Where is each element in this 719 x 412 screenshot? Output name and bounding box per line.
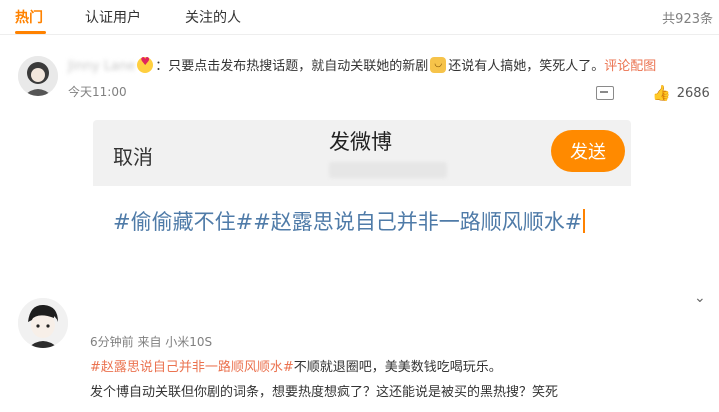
- chevron-down-icon[interactable]: ⌄: [694, 290, 706, 306]
- blurred-subtitle: [329, 162, 447, 178]
- comment-text-line1: 不顺就退圈吧，美美数钱吃喝玩乐。: [293, 360, 502, 375]
- send-button: 发送: [551, 130, 625, 172]
- comment-timestamp: 今天11:00: [68, 85, 127, 99]
- heart-emoji-icon: [137, 55, 154, 73]
- comment-text-line2: 发个博自动关联但你剧的词条，想要热度想疯了？这还能说是被买的黑热搜？笑死: [90, 385, 559, 400]
- compose-title: 发微博: [329, 130, 392, 154]
- avatar[interactable]: [18, 298, 68, 348]
- text-caret: [583, 209, 586, 233]
- like-button[interactable]: 👍 2686: [652, 84, 710, 102]
- comment-text: #赵露思说自己并非一路顺风顺水#不顺就退圈吧，美美数钱吃喝玩乐。: [90, 356, 502, 375]
- cancel-button: 取消: [113, 145, 153, 169]
- username-link[interactable]: Jinny Lane: [68, 59, 135, 74]
- comment-meta: 6分钟前 来自 小米10S: [90, 335, 213, 349]
- tab-verified-users[interactable]: 认证用户: [85, 7, 141, 27]
- like-count: 2686: [676, 85, 710, 101]
- comment-tabs: 热门 认证用户 关注的人 共923条: [0, 0, 719, 35]
- tab-following[interactable]: 关注的人: [185, 7, 241, 27]
- comment-image-link[interactable]: 评论配图: [604, 59, 656, 74]
- comment-text-part2: 还说有人搞她，笑死人了。: [448, 59, 605, 74]
- comment-text: Jinny Lane ：只要点击发布热搜话题，就自动关联她的新剧 还说有人搞她，笑死…: [68, 55, 656, 74]
- hashtag-link[interactable]: #赵露思说自己并非一路顺风顺水#: [90, 360, 294, 375]
- cat-emoji-icon: [430, 57, 447, 73]
- comment-text-part1: ：只要点击发布热搜话题，就自动关联她的新剧: [155, 59, 429, 74]
- compose-hashtags: #偷偷藏不住##赵露思说自己并非一路顺风顺水#: [113, 210, 583, 234]
- active-tab-indicator: [15, 31, 46, 34]
- comment-image[interactable]: 取消 发微博 发送 #偷偷藏不住##赵露思说自己并非一路顺风顺水#: [93, 120, 631, 280]
- compose-text: #偷偷藏不住##赵露思说自己并非一路顺风顺水#: [113, 206, 613, 239]
- tab-hot[interactable]: 热门: [15, 7, 43, 27]
- comment-total-count: 共923条: [662, 12, 713, 27]
- avatar[interactable]: [18, 56, 58, 96]
- comment-icon[interactable]: [596, 86, 614, 100]
- compose-header: 取消 发微博 发送: [93, 120, 631, 186]
- thumbs-up-icon: 👍: [652, 84, 671, 102]
